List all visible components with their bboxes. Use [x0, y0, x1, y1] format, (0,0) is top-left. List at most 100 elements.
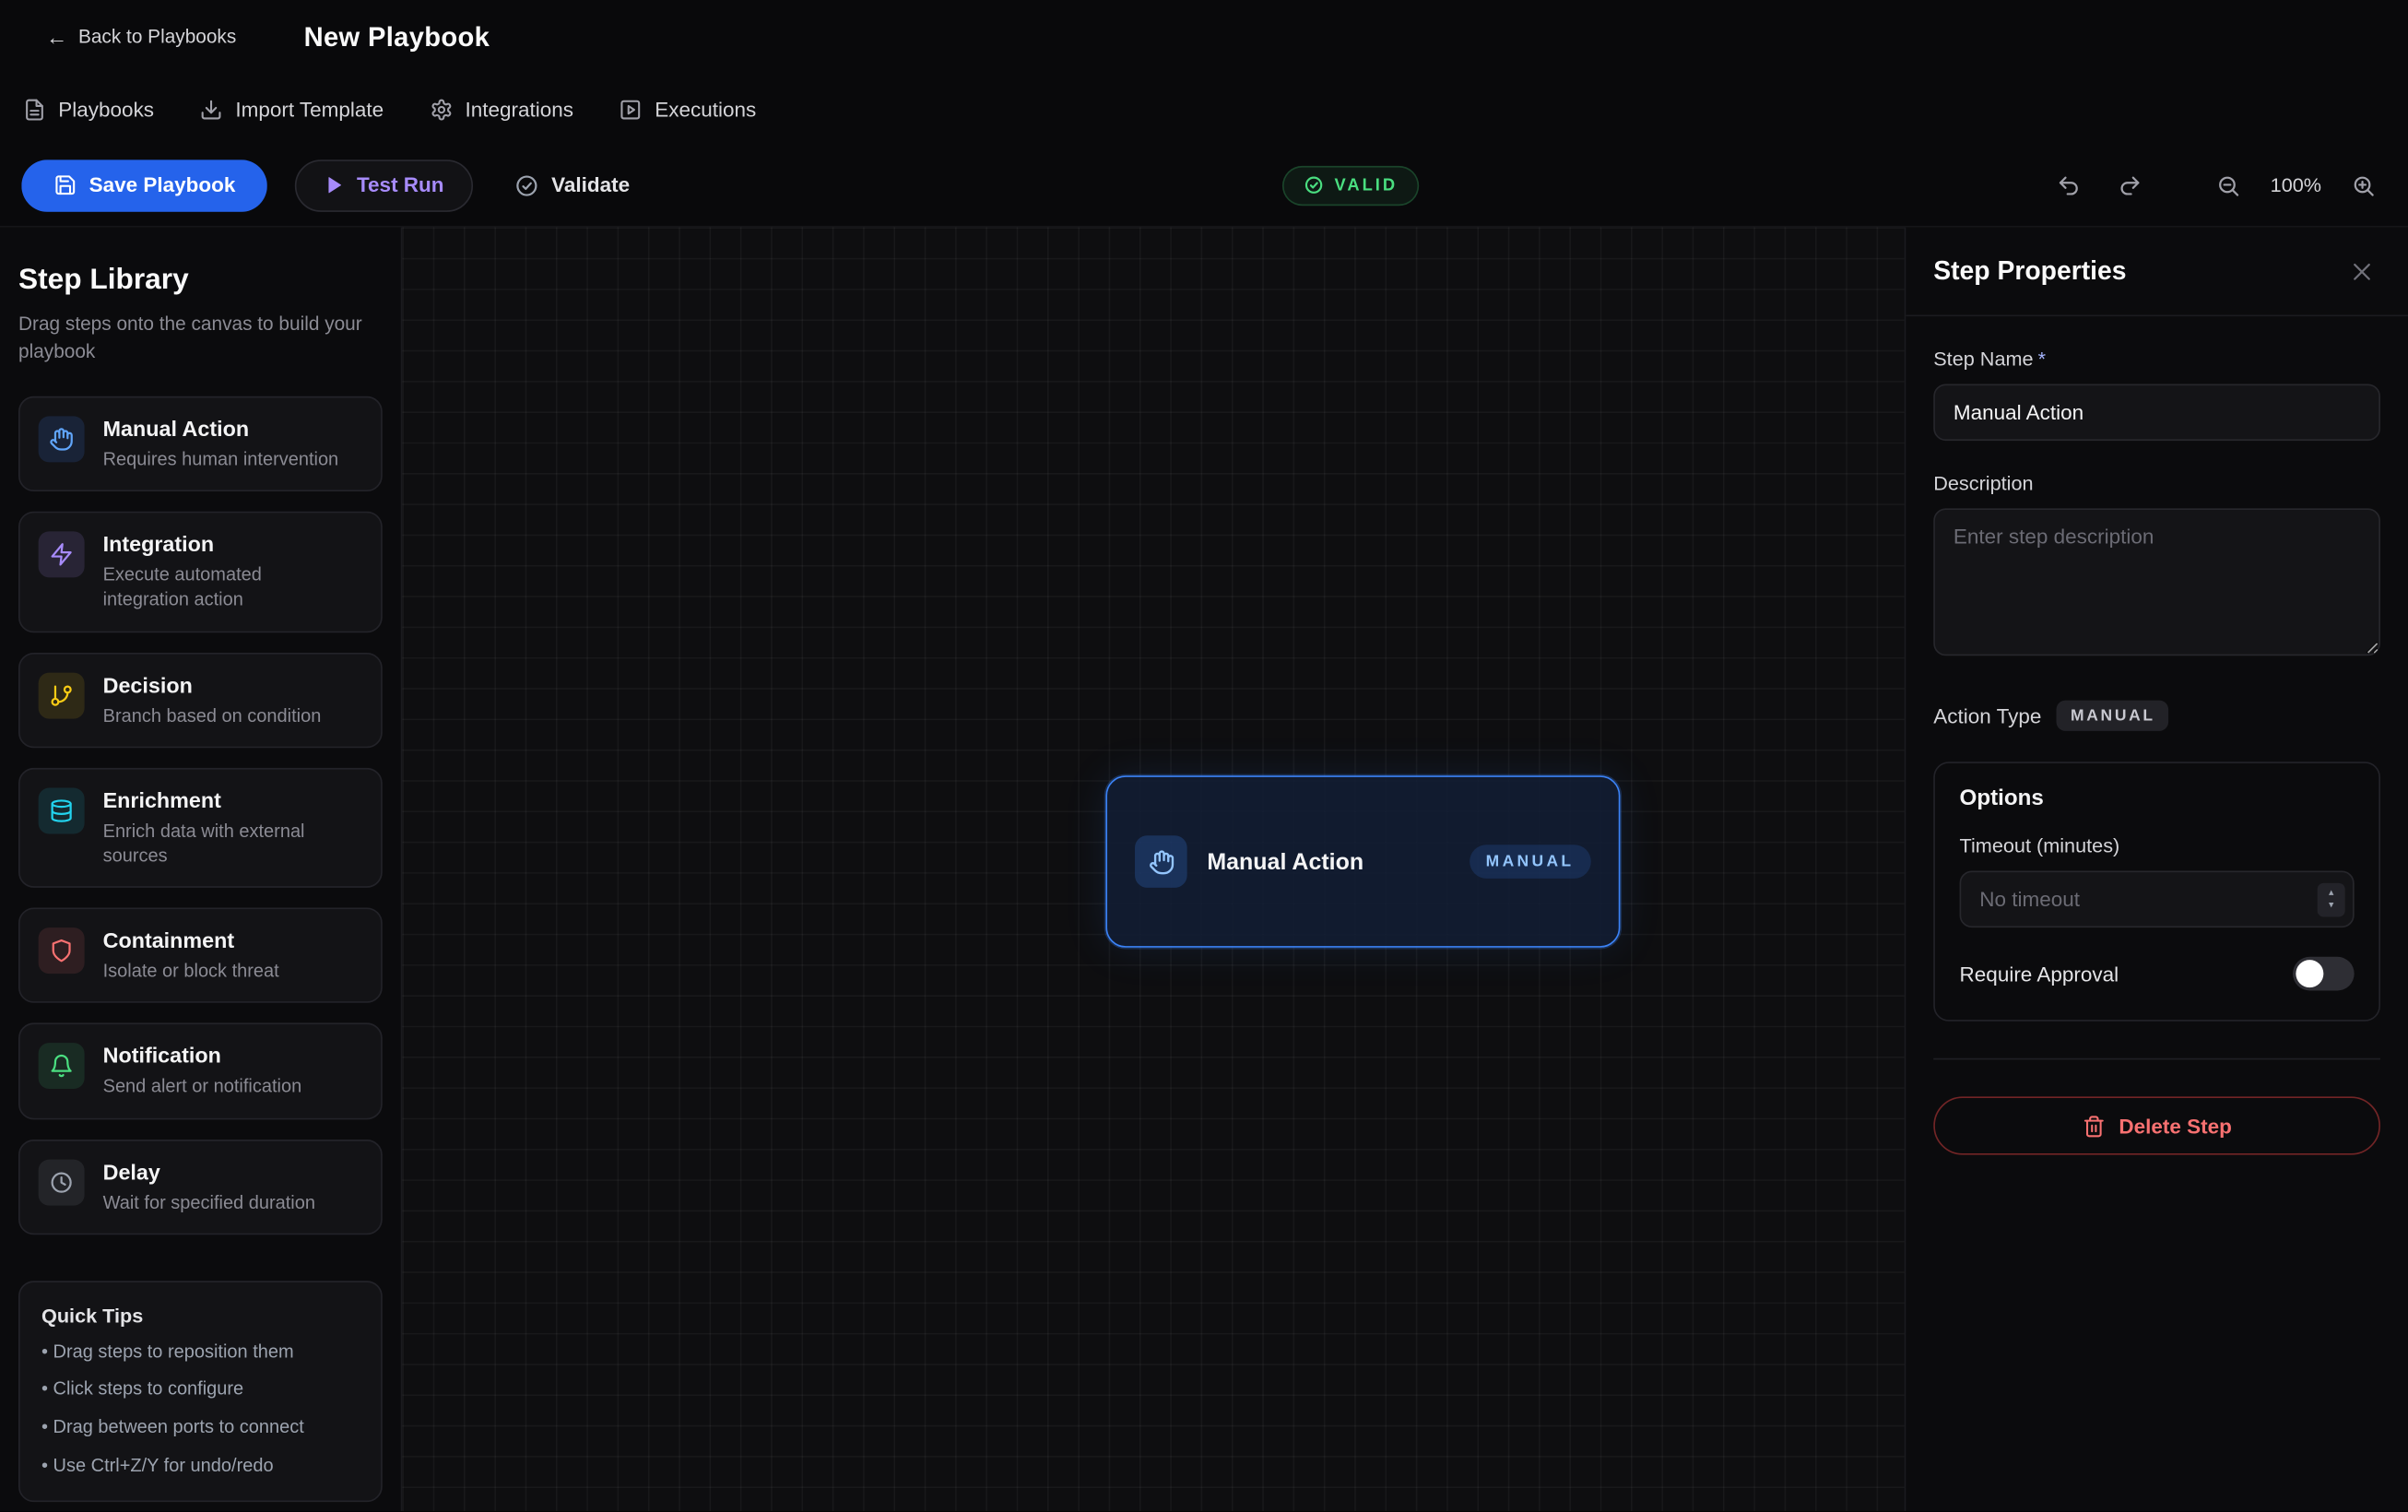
zoom-level: 100%: [2267, 173, 2325, 196]
step-card-text: Delay Wait for specified duration: [103, 1159, 315, 1214]
step-card-decision[interactable]: Decision Branch based on condition: [18, 652, 383, 748]
zoom-in-button[interactable]: [2341, 162, 2387, 208]
step-card-description: Branch based on condition: [103, 703, 322, 727]
delete-step-label: Delete Step: [2119, 1115, 2231, 1138]
options-title: Options: [1960, 786, 2355, 811]
step-card-description: Wait for specified duration: [103, 1189, 315, 1214]
require-approval-label: Require Approval: [1960, 963, 2119, 986]
nav-item-label: Executions: [655, 98, 756, 121]
validate-label: Validate: [551, 173, 630, 196]
nav-item-import-template[interactable]: Import Template: [200, 98, 384, 121]
header: ← Back to Playbooks New Playbook: [0, 0, 2408, 74]
nav-item-playbooks[interactable]: Playbooks: [23, 98, 154, 121]
hand-icon: [1135, 835, 1187, 888]
step-library-sidebar: Step Library Drag steps onto the canvas …: [0, 228, 402, 1512]
require-approval-row: Require Approval: [1960, 957, 2355, 991]
undo-icon: [2057, 172, 2082, 197]
step-card-text: Integration Execute automated integratio…: [103, 532, 349, 612]
step-card-description: Send alert or notification: [103, 1074, 302, 1099]
validate-button[interactable]: Validate: [489, 159, 656, 211]
nav-item-label: Integrations: [465, 98, 573, 121]
save-playbook-button[interactable]: Save Playbook: [21, 159, 267, 211]
step-card-title: Manual Action: [103, 416, 339, 441]
required-marker: *: [2038, 347, 2046, 370]
nav-item-label: Import Template: [235, 98, 384, 121]
back-link-label: Back to Playbooks: [78, 26, 236, 47]
playbook-canvas[interactable]: Manual Action MANUAL: [402, 228, 1904, 1512]
panel-body: Step Name* Description Action Type MANUA…: [1906, 316, 2408, 1186]
step-card-title: Notification: [103, 1044, 302, 1069]
step-card-text: Enrichment Enrich data with external sou…: [103, 787, 349, 868]
step-name-label-text: Step Name: [1933, 347, 2033, 370]
nav-item-label: Playbooks: [58, 98, 154, 121]
zoom-in-icon: [2351, 172, 2376, 197]
back-arrow-icon: ←: [46, 25, 67, 50]
step-library-title: Step Library: [18, 265, 383, 299]
validation-status-label: VALID: [1335, 176, 1399, 195]
lightning-icon: [39, 532, 85, 578]
step-card-manual-action[interactable]: Manual Action Requires human interventio…: [18, 396, 383, 492]
test-run-label: Test Run: [357, 173, 444, 196]
step-card-title: Integration: [103, 532, 349, 557]
step-card-delay[interactable]: Delay Wait for specified duration: [18, 1139, 383, 1234]
undo-button[interactable]: [2046, 162, 2092, 208]
back-to-playbooks-link[interactable]: ← Back to Playbooks: [46, 25, 236, 50]
quick-tips-title: Quick Tips: [41, 1304, 360, 1327]
timeout-field: ▴ ▾: [1960, 871, 2355, 928]
step-name-input[interactable]: [1933, 384, 2380, 441]
download-icon: [200, 98, 223, 121]
redo-button[interactable]: [2107, 162, 2153, 208]
trash-icon: [2082, 1115, 2105, 1138]
gear-icon: [430, 98, 453, 121]
zoom-out-icon: [2216, 172, 2241, 197]
step-card-integration[interactable]: Integration Execute automated integratio…: [18, 512, 383, 632]
step-library-subtitle: Drag steps onto the canvas to build your…: [18, 312, 372, 365]
zoom-out-button[interactable]: [2205, 162, 2251, 208]
step-name-label: Step Name*: [1933, 347, 2380, 370]
timeout-spinner[interactable]: ▴ ▾: [2318, 882, 2345, 916]
require-approval-toggle[interactable]: [2293, 957, 2355, 991]
nav-item-executions[interactable]: Executions: [620, 98, 756, 121]
check-circle-icon: [1304, 175, 1324, 195]
play-square-icon: [620, 98, 643, 121]
spinner-up-icon: ▴: [2329, 888, 2333, 899]
check-circle-icon: [514, 172, 539, 197]
step-card-description: Enrich data with external sources: [103, 818, 349, 868]
test-run-button[interactable]: Test Run: [295, 159, 473, 211]
step-card-text: Notification Send alert or notification: [103, 1044, 302, 1099]
step-card-title: Decision: [103, 672, 322, 697]
playbook-editor: ← Back to Playbooks New Playbook Playboo…: [0, 0, 2408, 1511]
canvas-node-manual-action[interactable]: Manual Action MANUAL: [1105, 775, 1620, 948]
step-card-notification[interactable]: Notification Send alert or notification: [18, 1023, 383, 1119]
timeout-input[interactable]: [1960, 871, 2355, 928]
step-card-title: Delay: [103, 1159, 315, 1184]
step-card-description: Execute automated integration action: [103, 562, 349, 612]
step-card-description: Isolate or block threat: [103, 959, 279, 984]
bell-icon: [39, 1044, 85, 1090]
nav-item-integrations[interactable]: Integrations: [430, 98, 573, 121]
node-type-badge: MANUAL: [1469, 845, 1590, 879]
step-card-enrichment[interactable]: Enrichment Enrich data with external sou…: [18, 767, 383, 888]
step-card-containment[interactable]: Containment Isolate or block threat: [18, 908, 383, 1004]
branch-icon: [39, 672, 85, 718]
nav-bar: Playbooks Import Template Integrations E…: [0, 74, 2408, 145]
main-area: Step Library Drag steps onto the canvas …: [0, 228, 2408, 1512]
step-properties-panel: Step Properties Step Name* Description A…: [1905, 228, 2408, 1512]
canvas-controls: 100%: [2046, 162, 2387, 208]
step-card-text: Containment Isolate or block threat: [103, 927, 279, 983]
step-card-text: Decision Branch based on condition: [103, 672, 322, 727]
redo-icon: [2118, 172, 2142, 197]
timeout-label: Timeout (minutes): [1960, 834, 2355, 857]
divider: [1933, 1058, 2380, 1060]
shield-icon: [39, 927, 85, 974]
delete-step-button[interactable]: Delete Step: [1933, 1096, 2380, 1154]
save-playbook-label: Save Playbook: [89, 173, 236, 196]
step-card-text: Manual Action Requires human interventio…: [103, 416, 339, 471]
database-icon: [39, 787, 85, 833]
quick-tip: • Use Ctrl+Z/Y for undo/redo: [41, 1453, 360, 1479]
close-icon: [2350, 259, 2375, 284]
close-panel-button[interactable]: [2343, 253, 2380, 289]
node-title: Manual Action: [1207, 848, 1363, 874]
description-textarea[interactable]: [1933, 508, 2380, 656]
step-card-title: Enrichment: [103, 787, 349, 812]
